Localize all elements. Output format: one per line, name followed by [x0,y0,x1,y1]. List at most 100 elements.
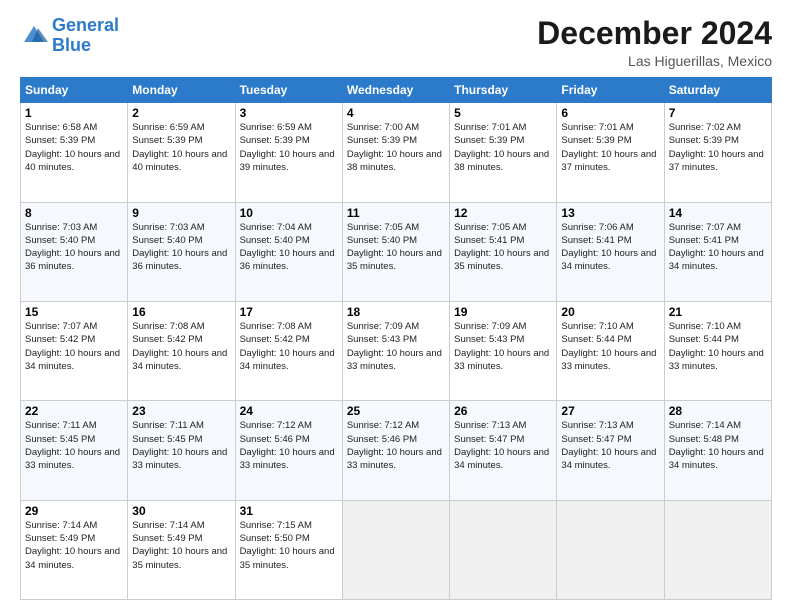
calendar-cell: 16 Sunrise: 7:08 AM Sunset: 5:42 PM Dayl… [128,301,235,400]
calendar-cell: 5 Sunrise: 7:01 AM Sunset: 5:39 PM Dayli… [450,103,557,202]
calendar-cell: 4 Sunrise: 7:00 AM Sunset: 5:39 PM Dayli… [342,103,449,202]
day-info: Sunrise: 7:07 AM Sunset: 5:41 PM Dayligh… [669,221,767,274]
calendar-cell: 31 Sunrise: 7:15 AM Sunset: 5:50 PM Dayl… [235,500,342,599]
day-number: 29 [25,504,123,518]
calendar-cell: 6 Sunrise: 7:01 AM Sunset: 5:39 PM Dayli… [557,103,664,202]
day-info: Sunrise: 7:00 AM Sunset: 5:39 PM Dayligh… [347,121,445,174]
day-info: Sunrise: 7:06 AM Sunset: 5:41 PM Dayligh… [561,221,659,274]
calendar-cell [664,500,771,599]
calendar-cell [342,500,449,599]
day-info: Sunrise: 7:12 AM Sunset: 5:46 PM Dayligh… [347,419,445,472]
day-number: 26 [454,404,552,418]
location: Las Higuerillas, Mexico [537,53,772,69]
calendar-cell: 8 Sunrise: 7:03 AM Sunset: 5:40 PM Dayli… [21,202,128,301]
day-number: 13 [561,206,659,220]
calendar-week-4: 22 Sunrise: 7:11 AM Sunset: 5:45 PM Dayl… [21,401,772,500]
calendar-cell: 17 Sunrise: 7:08 AM Sunset: 5:42 PM Dayl… [235,301,342,400]
day-number: 22 [25,404,123,418]
col-header-friday: Friday [557,78,664,103]
day-number: 23 [132,404,230,418]
calendar-cell: 11 Sunrise: 7:05 AM Sunset: 5:40 PM Dayl… [342,202,449,301]
calendar-cell: 14 Sunrise: 7:07 AM Sunset: 5:41 PM Dayl… [664,202,771,301]
day-info: Sunrise: 7:02 AM Sunset: 5:39 PM Dayligh… [669,121,767,174]
day-number: 30 [132,504,230,518]
day-number: 4 [347,106,445,120]
calendar-table: SundayMondayTuesdayWednesdayThursdayFrid… [20,77,772,600]
day-number: 24 [240,404,338,418]
day-number: 12 [454,206,552,220]
day-number: 10 [240,206,338,220]
calendar-cell: 22 Sunrise: 7:11 AM Sunset: 5:45 PM Dayl… [21,401,128,500]
calendar-cell: 27 Sunrise: 7:13 AM Sunset: 5:47 PM Dayl… [557,401,664,500]
day-info: Sunrise: 7:15 AM Sunset: 5:50 PM Dayligh… [240,519,338,572]
col-header-thursday: Thursday [450,78,557,103]
day-info: Sunrise: 7:01 AM Sunset: 5:39 PM Dayligh… [454,121,552,174]
day-info: Sunrise: 7:11 AM Sunset: 5:45 PM Dayligh… [132,419,230,472]
day-number: 18 [347,305,445,319]
title-block: December 2024 Las Higuerillas, Mexico [537,16,772,69]
calendar-cell: 2 Sunrise: 6:59 AM Sunset: 5:39 PM Dayli… [128,103,235,202]
day-info: Sunrise: 7:09 AM Sunset: 5:43 PM Dayligh… [347,320,445,373]
calendar-cell: 28 Sunrise: 7:14 AM Sunset: 5:48 PM Dayl… [664,401,771,500]
day-number: 9 [132,206,230,220]
day-info: Sunrise: 7:13 AM Sunset: 5:47 PM Dayligh… [561,419,659,472]
col-header-tuesday: Tuesday [235,78,342,103]
day-number: 19 [454,305,552,319]
calendar-cell: 26 Sunrise: 7:13 AM Sunset: 5:47 PM Dayl… [450,401,557,500]
calendar-cell [450,500,557,599]
month-title: December 2024 [537,16,772,51]
day-number: 6 [561,106,659,120]
day-number: 8 [25,206,123,220]
day-number: 17 [240,305,338,319]
day-number: 27 [561,404,659,418]
calendar-cell: 25 Sunrise: 7:12 AM Sunset: 5:46 PM Dayl… [342,401,449,500]
day-number: 20 [561,305,659,319]
day-number: 28 [669,404,767,418]
day-info: Sunrise: 7:03 AM Sunset: 5:40 PM Dayligh… [132,221,230,274]
day-info: Sunrise: 7:09 AM Sunset: 5:43 PM Dayligh… [454,320,552,373]
calendar-cell [557,500,664,599]
logo-line1: General [52,15,119,35]
day-number: 2 [132,106,230,120]
day-number: 5 [454,106,552,120]
day-number: 14 [669,206,767,220]
day-info: Sunrise: 7:14 AM Sunset: 5:49 PM Dayligh… [25,519,123,572]
day-info: Sunrise: 7:08 AM Sunset: 5:42 PM Dayligh… [132,320,230,373]
day-number: 31 [240,504,338,518]
day-number: 3 [240,106,338,120]
calendar-cell: 1 Sunrise: 6:58 AM Sunset: 5:39 PM Dayli… [21,103,128,202]
day-info: Sunrise: 6:59 AM Sunset: 5:39 PM Dayligh… [240,121,338,174]
day-info: Sunrise: 7:05 AM Sunset: 5:40 PM Dayligh… [347,221,445,274]
col-header-wednesday: Wednesday [342,78,449,103]
calendar-cell: 13 Sunrise: 7:06 AM Sunset: 5:41 PM Dayl… [557,202,664,301]
day-info: Sunrise: 7:07 AM Sunset: 5:42 PM Dayligh… [25,320,123,373]
calendar-cell: 20 Sunrise: 7:10 AM Sunset: 5:44 PM Dayl… [557,301,664,400]
day-info: Sunrise: 7:08 AM Sunset: 5:42 PM Dayligh… [240,320,338,373]
calendar-cell: 24 Sunrise: 7:12 AM Sunset: 5:46 PM Dayl… [235,401,342,500]
day-info: Sunrise: 7:03 AM Sunset: 5:40 PM Dayligh… [25,221,123,274]
day-number: 21 [669,305,767,319]
page: General Blue December 2024 Las Higuerill… [0,0,792,612]
calendar-cell: 15 Sunrise: 7:07 AM Sunset: 5:42 PM Dayl… [21,301,128,400]
day-info: Sunrise: 7:10 AM Sunset: 5:44 PM Dayligh… [561,320,659,373]
calendar-cell: 3 Sunrise: 6:59 AM Sunset: 5:39 PM Dayli… [235,103,342,202]
calendar-cell: 19 Sunrise: 7:09 AM Sunset: 5:43 PM Dayl… [450,301,557,400]
day-info: Sunrise: 7:12 AM Sunset: 5:46 PM Dayligh… [240,419,338,472]
calendar-week-5: 29 Sunrise: 7:14 AM Sunset: 5:49 PM Dayl… [21,500,772,599]
day-info: Sunrise: 7:04 AM Sunset: 5:40 PM Dayligh… [240,221,338,274]
day-info: Sunrise: 6:58 AM Sunset: 5:39 PM Dayligh… [25,121,123,174]
calendar-cell: 9 Sunrise: 7:03 AM Sunset: 5:40 PM Dayli… [128,202,235,301]
calendar-cell: 7 Sunrise: 7:02 AM Sunset: 5:39 PM Dayli… [664,103,771,202]
col-header-sunday: Sunday [21,78,128,103]
header: General Blue December 2024 Las Higuerill… [20,16,772,69]
day-number: 25 [347,404,445,418]
logo-line2: Blue [52,35,91,55]
day-number: 1 [25,106,123,120]
calendar-cell: 10 Sunrise: 7:04 AM Sunset: 5:40 PM Dayl… [235,202,342,301]
day-info: Sunrise: 7:01 AM Sunset: 5:39 PM Dayligh… [561,121,659,174]
day-info: Sunrise: 7:11 AM Sunset: 5:45 PM Dayligh… [25,419,123,472]
logo: General Blue [20,16,119,56]
col-header-monday: Monday [128,78,235,103]
col-header-saturday: Saturday [664,78,771,103]
day-number: 7 [669,106,767,120]
